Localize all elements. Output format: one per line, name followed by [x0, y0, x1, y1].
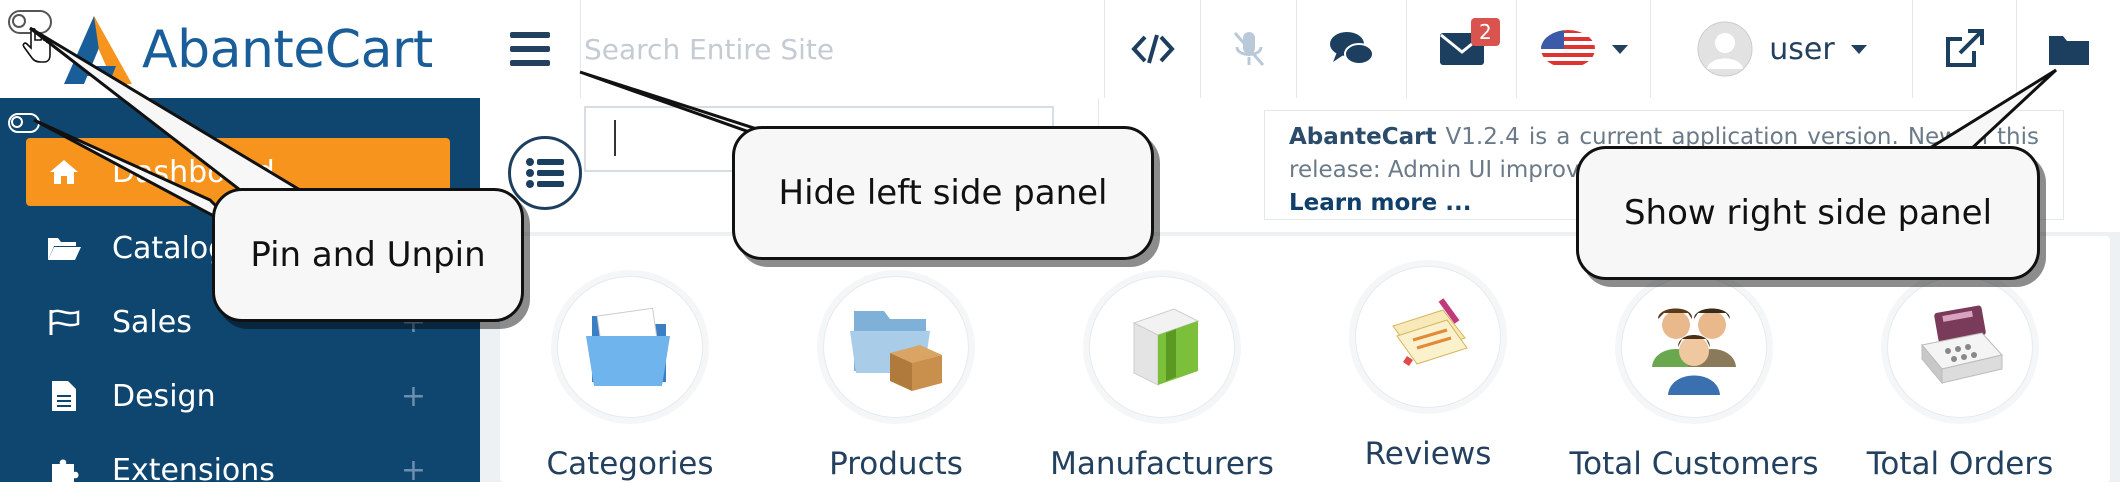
- chat-button[interactable]: [1296, 0, 1407, 98]
- sidebar-item-label: Extensions: [112, 452, 275, 488]
- tile-icon-circle: [823, 276, 969, 418]
- hamburger-icon: [510, 28, 550, 70]
- learn-more-link[interactable]: Learn more ...: [1289, 190, 1471, 216]
- abantecart-logo-icon: [64, 16, 132, 84]
- tile-label: Products: [829, 446, 963, 482]
- chat-bubbles-icon: [1330, 32, 1374, 65]
- tile-total-customers[interactable]: Total Customers: [1564, 276, 1824, 482]
- customers-icon: [1652, 308, 1736, 395]
- folder-icon: [586, 307, 670, 386]
- callout-pin-unpin: Pin and Unpin: [212, 188, 524, 322]
- open-storefront-button[interactable]: [1912, 0, 2017, 98]
- code-button[interactable]: [1104, 0, 1201, 98]
- tile-total-orders[interactable]: Total Orders: [1830, 276, 2090, 482]
- sidebar-item-label: Dashboard: [112, 154, 275, 190]
- factory-icon: [1132, 308, 1200, 386]
- cash-register-icon: [1921, 305, 2003, 385]
- external-link-icon: [1946, 29, 1984, 67]
- hand-cursor-icon: [22, 28, 51, 63]
- search-input[interactable]: [582, 18, 1106, 80]
- callout-show-right-panel: Show right side panel: [1576, 146, 2040, 280]
- file-icon: [44, 381, 84, 411]
- tile-icon-circle: [1355, 266, 1501, 408]
- messages-button[interactable]: 2: [1406, 0, 1517, 98]
- tile-label: Total Orders: [1866, 446, 2054, 482]
- hide-left-panel-button[interactable]: [480, 0, 581, 98]
- avatar: [1697, 21, 1753, 77]
- app-logo-text: AbanteCart: [142, 20, 433, 80]
- tile-icon-circle: [557, 276, 703, 418]
- code-icon: [1131, 34, 1175, 64]
- message-count-badge: 2: [1471, 18, 1500, 46]
- tile-label: Reviews: [1364, 436, 1492, 472]
- tile-label: Manufacturers: [1050, 446, 1274, 482]
- text-cursor: [614, 120, 616, 156]
- voice-search-button[interactable]: [1200, 0, 1297, 98]
- callout-text: Show right side panel: [1623, 193, 1993, 233]
- callout-text: Hide left side panel: [778, 173, 1108, 213]
- show-right-panel-button[interactable]: [2016, 0, 2120, 98]
- sidebar-item-label: Catalog: [112, 230, 228, 266]
- home-icon: [44, 157, 84, 187]
- user-name: user: [1769, 31, 1835, 67]
- sidebar-item-extensions[interactable]: Extensions +: [26, 436, 450, 504]
- sidebar-item-label: Sales: [112, 304, 192, 340]
- list-icon: [526, 158, 564, 188]
- sidebar-item-label: Design: [112, 378, 216, 414]
- tile-label: Categories: [546, 446, 714, 482]
- tile-manufacturers[interactable]: Manufacturers: [1032, 276, 1292, 482]
- tile-icon-circle: [1621, 276, 1767, 418]
- review-icon: [1392, 298, 1468, 366]
- pin-sidebar-icon[interactable]: [8, 113, 40, 133]
- toggle-list-button[interactable]: [508, 136, 582, 210]
- sidebar-item-design[interactable]: Design +: [26, 362, 450, 430]
- tile-icon-circle: [1089, 276, 1235, 418]
- tile-categories[interactable]: Categories: [500, 276, 760, 482]
- folder-open-icon: [44, 233, 84, 263]
- box-icon: [850, 311, 942, 391]
- chevron-down-icon: [1850, 44, 1867, 54]
- notice-brand: AbanteCart: [1289, 124, 1437, 150]
- puzzle-icon: [44, 455, 84, 485]
- expand-plus-icon[interactable]: +: [401, 379, 426, 414]
- folder-icon: [2049, 36, 2089, 65]
- language-selector[interactable]: [1516, 0, 1651, 98]
- flag-icon: [44, 307, 84, 337]
- us-flag-icon: [1541, 30, 1595, 68]
- expand-plus-icon[interactable]: +: [401, 453, 426, 488]
- tile-reviews[interactable]: Reviews: [1298, 266, 1558, 472]
- tile-icon-circle: [1887, 276, 2033, 418]
- tile-label: Total Customers: [1569, 446, 1819, 482]
- callout-hide-left-panel: Hide left side panel: [732, 126, 1154, 260]
- microphone-muted-icon: [1233, 32, 1265, 66]
- chevron-down-icon: [1612, 44, 1628, 54]
- tile-products[interactable]: Products: [766, 276, 1026, 482]
- user-menu[interactable]: user: [1650, 0, 1913, 98]
- callout-text: Pin and Unpin: [250, 235, 486, 275]
